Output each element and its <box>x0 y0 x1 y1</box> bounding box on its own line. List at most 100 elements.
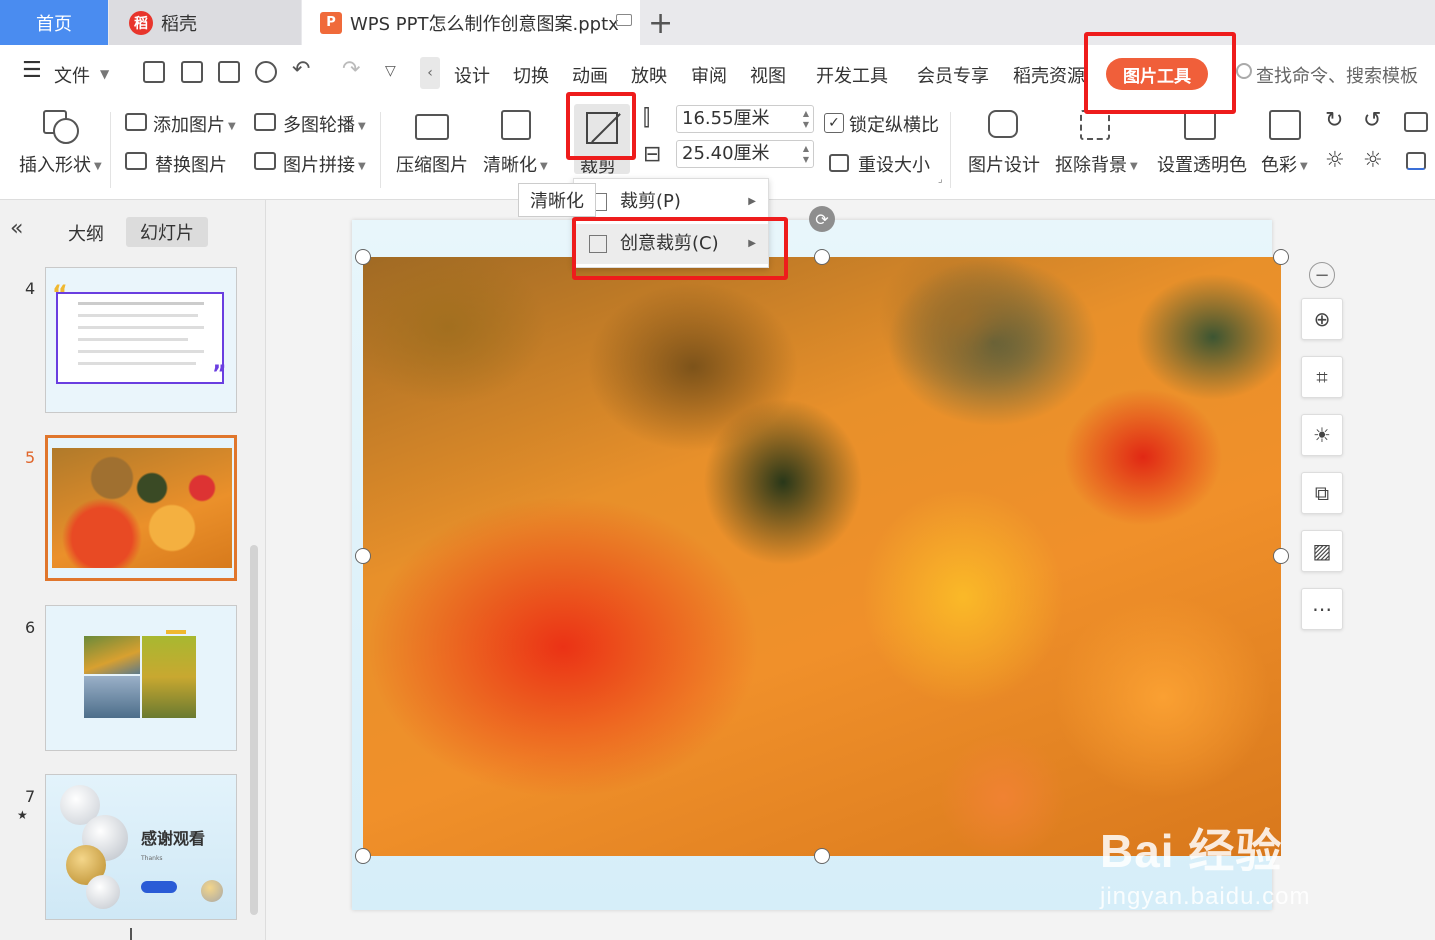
fill-icon[interactable]: ▨ <box>1301 530 1343 572</box>
chevron-down-icon: ▼ <box>228 120 236 132</box>
menu-item-crop[interactable]: 裁剪(P) ▶ <box>574 182 768 222</box>
spinner-arrows-icon[interactable]: ▲ ▼ <box>803 143 809 165</box>
quote-open-icon: “ <box>52 280 68 308</box>
menu-design[interactable]: 设计 <box>454 62 490 88</box>
tab-bar: 首页 稻 稻壳 P WPS PPT怎么制作创意图案.pptx + <box>0 0 1435 45</box>
contrast-icon[interactable]: ☼ <box>1363 148 1383 173</box>
menu-review[interactable]: 审阅 <box>691 62 727 88</box>
menu-daoke-resources[interactable]: 稻壳资源 <box>1013 62 1085 88</box>
slide-thumbnail-6[interactable] <box>45 605 237 751</box>
save-icon[interactable] <box>143 61 165 83</box>
add-picture-button[interactable]: 添加图片 ▼ <box>153 111 236 137</box>
resize-handle-top[interactable] <box>814 249 830 265</box>
multi-carousel-label: 多图轮播 <box>283 115 355 136</box>
hamburger-icon[interactable]: ☰ <box>22 58 42 83</box>
menu-animation[interactable]: 动画 <box>572 62 608 88</box>
picture-collage-button[interactable]: 图片拼接 ▼ <box>283 151 366 177</box>
slide-thumbnail-4[interactable]: “ ” <box>45 267 237 413</box>
monitor-icon[interactable] <box>616 14 632 26</box>
spinner-arrows-icon[interactable]: ▲ ▼ <box>803 108 809 130</box>
rotate-handle-icon[interactable]: ⟳ <box>809 206 835 232</box>
slide-image-preview <box>52 448 232 568</box>
tab-slides[interactable]: 幻灯片 <box>126 217 208 247</box>
chevron-down-icon: ▼ <box>358 120 366 132</box>
collapse-panel-icon[interactable]: « <box>10 216 23 241</box>
resize-handle-bottom[interactable] <box>814 848 830 864</box>
resize-handle-top-right[interactable] <box>1273 249 1289 265</box>
width-icon: ⊟ <box>643 142 662 167</box>
zoom-out-icon[interactable]: − <box>1309 262 1335 288</box>
height-value: 16.55厘米 <box>682 108 770 129</box>
menu-developer[interactable]: 开发工具 <box>816 62 888 88</box>
sharpen-button[interactable]: 清晰化 ▼ <box>483 151 548 177</box>
more-options-icon[interactable]: ⋯ <box>1301 588 1343 630</box>
dialog-launcher-icon[interactable]: ⌟ <box>938 174 943 185</box>
menu-view[interactable]: 视图 <box>750 62 786 88</box>
compress-picture-button[interactable]: 压缩图片 <box>396 151 468 177</box>
width-input[interactable]: 25.40厘米 ▲ ▼ <box>676 140 814 168</box>
insert-shape-button[interactable]: 插入形状 ▼ <box>19 151 102 177</box>
slide-thumbnail-5[interactable] <box>45 435 237 581</box>
slide-button-shape <box>141 881 177 893</box>
rotate-cw-icon[interactable]: ↻ <box>1325 108 1343 133</box>
color-button[interactable]: 色彩 ▼ <box>1261 151 1308 177</box>
set-transparent-button[interactable]: 设置透明色 <box>1157 151 1247 177</box>
ribbon-scroll-left[interactable]: ‹ <box>420 57 440 89</box>
menu-member[interactable]: 会员专享 <box>917 62 989 88</box>
rotate-ccw-icon[interactable]: ↺ <box>1363 108 1381 133</box>
slide-thumbnail-7[interactable]: 感谢观看 Thanks <box>45 774 237 920</box>
add-picture-icon <box>125 113 147 131</box>
smart-bulb-icon[interactable]: ☀ <box>1301 414 1343 456</box>
new-tab-button[interactable]: + <box>648 6 673 41</box>
menu-slideshow[interactable]: 放映 <box>631 62 667 88</box>
crop-tool-icon[interactable]: ⌗ <box>1301 356 1343 398</box>
customize-chevron-icon[interactable]: ▽ <box>385 63 396 79</box>
tab-document[interactable]: P WPS PPT怎么制作创意图案.pptx <box>302 0 640 45</box>
resize-handle-bottom-left[interactable] <box>355 848 371 864</box>
menu-transition[interactable]: 切换 <box>513 62 549 88</box>
command-search-input[interactable]: 查找命令、搜索模板 <box>1256 62 1418 88</box>
thanks-subtitle: Thanks <box>141 855 163 862</box>
tab-picture-tools[interactable]: 图片工具 <box>1106 58 1208 90</box>
border-icon[interactable] <box>1406 152 1426 170</box>
crop-button[interactable]: 裁剪 <box>574 104 630 177</box>
resize-handle-left[interactable] <box>355 548 371 564</box>
menu-item-crop-label: 裁剪(P) <box>620 191 681 212</box>
slide-number: 5 <box>25 448 36 467</box>
height-input[interactable]: 16.55厘米 ▲ ▼ <box>676 105 814 133</box>
photo-road <box>142 636 196 718</box>
reset-size-button[interactable]: 重设大小 <box>858 151 930 177</box>
tab-outline[interactable]: 大纲 <box>68 220 104 246</box>
ribbon-separator <box>380 112 381 188</box>
replace-image-icon[interactable]: ⧉ <box>1301 472 1343 514</box>
redo-icon[interactable]: ↷ <box>342 57 360 82</box>
multi-carousel-button[interactable]: 多图轮播 ▼ <box>283 111 366 137</box>
tab-daoke[interactable]: 稻 稻壳 <box>109 0 301 45</box>
chevron-down-icon[interactable]: ▼ <box>100 67 109 81</box>
effects-icon[interactable] <box>1404 112 1428 132</box>
undo-icon[interactable]: ↶ <box>292 57 310 82</box>
remove-background-button[interactable]: 抠除背景 ▼ <box>1055 151 1138 177</box>
ribbon-separator <box>110 112 111 188</box>
menu-file[interactable]: 文件 <box>54 62 90 88</box>
brightness-icon[interactable]: ☼ <box>1325 148 1345 173</box>
resize-handle-right[interactable] <box>1273 548 1289 564</box>
shape-circle-icon <box>53 118 79 144</box>
selected-picture[interactable] <box>363 257 1281 856</box>
resize-handle-top-left[interactable] <box>355 249 371 265</box>
print-icon[interactable] <box>218 61 240 83</box>
menu-item-creative-crop[interactable]: 创意裁剪(C) ▶ <box>574 224 768 264</box>
picture-design-button[interactable]: 图片设计 <box>968 151 1040 177</box>
export-icon[interactable] <box>181 61 203 83</box>
small-balloon-icon <box>201 880 223 902</box>
slide-number: 4 <box>25 279 36 298</box>
panel-scrollbar[interactable] <box>250 545 258 915</box>
picture-collage-label: 图片拼接 <box>283 155 355 176</box>
watermark-main: Bai 经验 <box>1100 825 1283 877</box>
preview-icon[interactable] <box>255 61 277 83</box>
tab-home[interactable]: 首页 <box>0 0 108 45</box>
lock-ratio-checkbox[interactable]: ✓ <box>824 113 844 133</box>
search-icon[interactable] <box>1236 63 1252 79</box>
replace-picture-button[interactable]: 替换图片 <box>155 151 227 177</box>
zoom-in-icon[interactable]: ⊕ <box>1301 298 1343 340</box>
